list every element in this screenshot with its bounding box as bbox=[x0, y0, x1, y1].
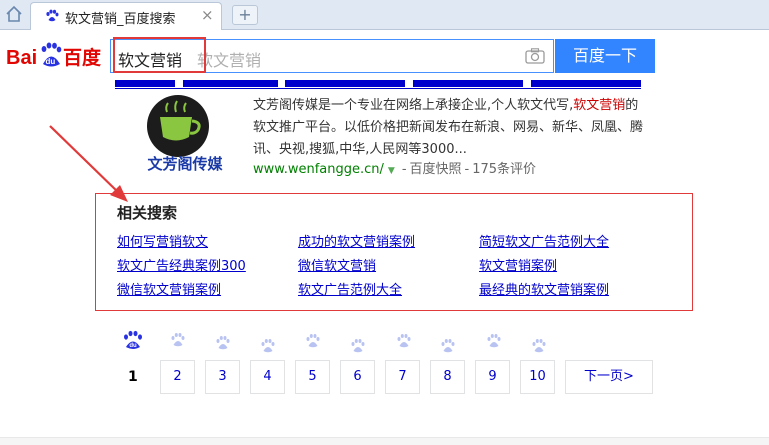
pager-paw-icon bbox=[306, 334, 320, 348]
page-link[interactable]: 9 bbox=[475, 360, 510, 394]
result-url[interactable]: www.wenfangge.cn/ bbox=[253, 162, 384, 177]
pager-paw-icon bbox=[487, 334, 501, 348]
logo-caption: 文芳阁传媒 bbox=[147, 155, 223, 173]
pager-paw-icon bbox=[397, 334, 411, 348]
baidu-paw-icon bbox=[46, 9, 59, 22]
camera-icon[interactable] bbox=[525, 48, 545, 64]
page-link[interactable]: 10 bbox=[520, 360, 555, 394]
close-tab-icon[interactable]: × bbox=[201, 6, 214, 24]
page-link[interactable]: 7 bbox=[385, 360, 420, 394]
snapshot-link[interactable]: 百度快照 bbox=[410, 162, 462, 177]
page-link[interactable]: 2 bbox=[160, 360, 195, 394]
pager-paw-icon bbox=[171, 333, 185, 347]
previous-result-cut-line bbox=[115, 80, 641, 89]
pager-paw-icon bbox=[351, 339, 365, 353]
page-current: 1 bbox=[128, 369, 138, 385]
tab-title: 软文营销_百度搜索 bbox=[65, 12, 176, 27]
desc-before: 文芳阁传媒是一个专业在网络上承接企业,个人软文代写, bbox=[253, 98, 574, 113]
search-button[interactable]: 百度一下 bbox=[555, 39, 655, 73]
pager-paw-icon bbox=[261, 339, 275, 353]
related-link[interactable]: 微信软文营销案例 bbox=[117, 279, 221, 298]
related-link[interactable]: 软文广告范例大全 bbox=[298, 279, 402, 298]
baidu-logo[interactable]: Bai du 百度 bbox=[6, 37, 110, 75]
next-page-button[interactable]: 下一页> bbox=[565, 360, 653, 394]
pager-paw-icon bbox=[441, 339, 455, 353]
desc-highlight: 软文营销 bbox=[573, 98, 626, 113]
pager-paw-icon bbox=[216, 336, 230, 350]
home-icon[interactable] bbox=[4, 4, 24, 24]
page-link[interactable]: 4 bbox=[250, 360, 285, 394]
browser-tab-bar: 软文营销_百度搜索 × + bbox=[0, 0, 769, 30]
related-title: 相关搜索 bbox=[117, 204, 178, 222]
page-link[interactable]: 5 bbox=[295, 360, 330, 394]
related-link[interactable]: 软文营销案例 bbox=[479, 255, 557, 274]
search-hint-text: 软文营销 bbox=[197, 51, 262, 70]
page-link[interactable]: 8 bbox=[430, 360, 465, 394]
new-tab-button[interactable]: + bbox=[232, 5, 258, 25]
svg-text:du: du bbox=[129, 343, 137, 349]
page-link[interactable]: 6 bbox=[340, 360, 375, 394]
dropdown-triangle-icon[interactable]: ▼ bbox=[388, 166, 395, 176]
query-highlight-box bbox=[113, 37, 206, 73]
related-link[interactable]: 最经典的软文营销案例 bbox=[479, 279, 609, 298]
related-link[interactable]: 如何写营销软文 bbox=[117, 231, 208, 250]
pager-paw-icon bbox=[532, 339, 546, 353]
related-link[interactable]: 微信软文营销 bbox=[298, 255, 376, 274]
related-searches-box: 相关搜索 如何写营销软文 成功的软文营销案例 简短软文广告范例大全 软文广告经典… bbox=[95, 193, 693, 311]
result-description: 文芳阁传媒是一个专业在网络上承接企业,个人软文代写,软文营销的软文推广平台。以低… bbox=[253, 95, 645, 161]
page-link[interactable]: 3 bbox=[205, 360, 240, 394]
wenfangge-logo[interactable]: 文芳阁传媒 bbox=[140, 95, 230, 175]
logo-text-baidu-cn: 百度 bbox=[63, 46, 102, 69]
pager-paw-icon-current: du bbox=[124, 330, 142, 349]
logo-text-bai: Bai bbox=[6, 47, 37, 69]
related-link[interactable]: 成功的软文营销案例 bbox=[298, 231, 415, 250]
related-link[interactable]: 软文广告经典案例300 bbox=[117, 255, 246, 274]
related-link[interactable]: 简短软文广告范例大全 bbox=[479, 231, 609, 250]
reviews-link[interactable]: 175条评价 bbox=[472, 162, 536, 177]
browser-tab[interactable]: 软文营销_百度搜索 × bbox=[30, 2, 222, 30]
result-url-row: www.wenfangge.cn/▼ - 百度快照 -175条评价 bbox=[253, 162, 537, 177]
logo-text-du: du bbox=[46, 57, 56, 66]
